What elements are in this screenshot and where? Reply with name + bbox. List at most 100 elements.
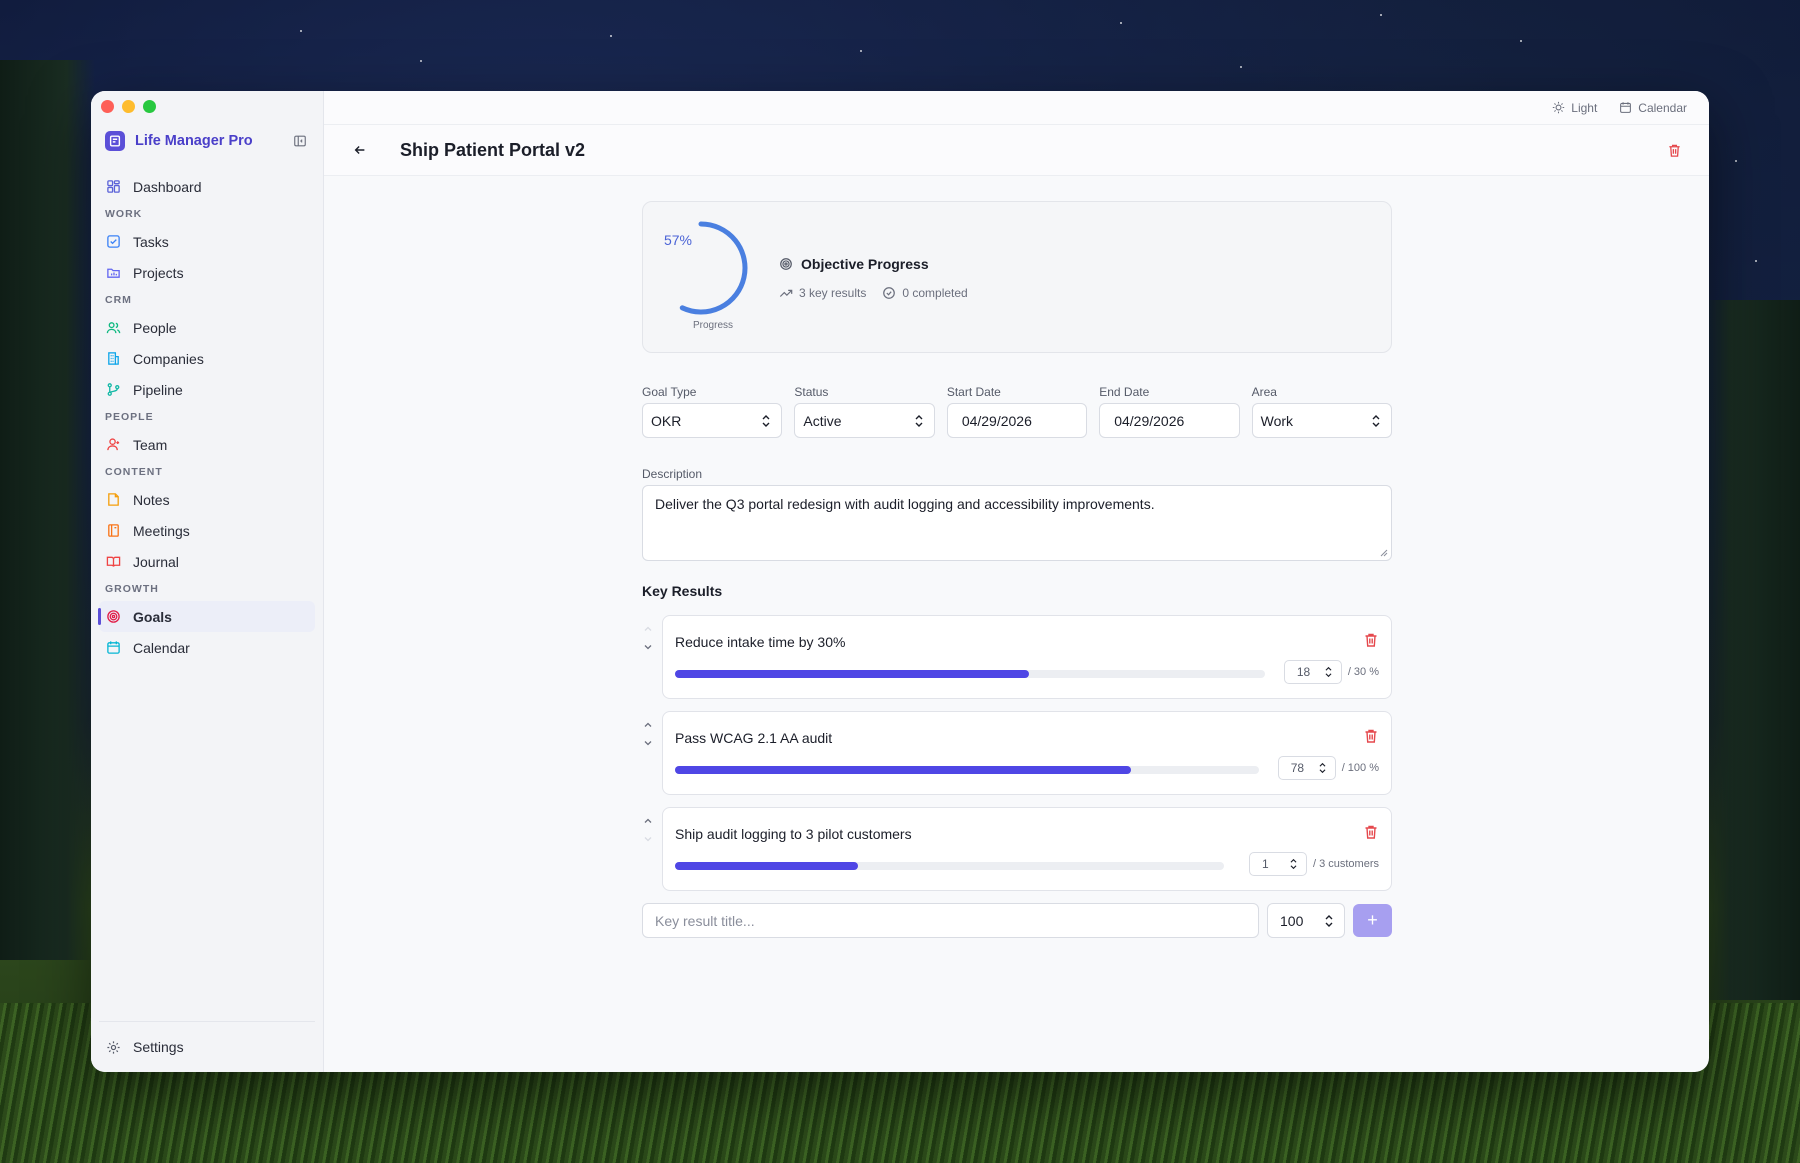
move-down-button[interactable] xyxy=(642,641,654,653)
sidebar-item-label: Projects xyxy=(133,264,184,281)
sidebar-item-label: People xyxy=(133,319,177,336)
back-button[interactable] xyxy=(350,140,370,160)
target-icon xyxy=(780,258,792,270)
move-up-button[interactable] xyxy=(642,623,654,635)
sidebar-item-label: Goals xyxy=(133,608,172,625)
description-field: Description Deliver the Q3 portal redesi… xyxy=(642,467,1392,561)
stepper-icon[interactable] xyxy=(1289,858,1298,870)
calendar-icon xyxy=(1620,102,1632,113)
sidebar: Life Manager Pro Dashboard WORK Tasks Pr… xyxy=(91,91,324,1072)
key-result-controls: 1 / 3 customers xyxy=(1248,852,1379,876)
trending-up-icon xyxy=(779,289,793,297)
delete-key-result-button[interactable] xyxy=(1363,728,1379,744)
calendar-label: Calendar xyxy=(1638,100,1687,115)
page-header: Ship Patient Portal v2 xyxy=(324,125,1709,176)
git-branch-icon xyxy=(105,382,121,398)
close-window-button[interactable] xyxy=(101,100,114,113)
sidebar-item-pipeline[interactable]: Pipeline xyxy=(99,374,315,405)
progress-percent: 57% xyxy=(663,232,693,248)
reorder-controls xyxy=(642,623,656,663)
area-field: Area Work xyxy=(1251,385,1393,438)
goal-type-select[interactable]: OKR xyxy=(642,403,783,438)
key-result-progress-fill xyxy=(675,766,1131,774)
delete-key-result-button[interactable] xyxy=(1363,824,1379,840)
arrow-left-icon xyxy=(354,146,365,154)
stepper-icon[interactable] xyxy=(1318,762,1327,774)
move-down-button[interactable] xyxy=(642,737,654,749)
description-label: Description xyxy=(642,467,703,481)
zoom-window-button[interactable] xyxy=(143,100,156,113)
calendar-button[interactable]: Calendar xyxy=(1619,101,1687,115)
goal-type-field: Goal Type OKR xyxy=(642,385,783,438)
sidebar-item-settings[interactable]: Settings xyxy=(99,1034,315,1060)
key-result-name: Reduce intake time by 30% xyxy=(675,634,846,650)
sidebar-item-label: Pipeline xyxy=(133,381,183,398)
sidebar-item-goals[interactable]: Goals xyxy=(98,601,315,632)
sidebar-item-tasks[interactable]: Tasks xyxy=(99,226,315,257)
app-logo-icon xyxy=(105,131,125,151)
sidebar-item-projects[interactable]: Projects xyxy=(99,257,315,288)
key-result-current-input[interactable]: 78 xyxy=(1277,756,1336,780)
sidebar-item-label: Dashboard xyxy=(133,178,202,195)
key-result-progress-track xyxy=(675,862,1224,870)
stepper-icon[interactable] xyxy=(1324,666,1333,678)
area-select[interactable]: Work xyxy=(1251,403,1393,438)
key-result-target-input[interactable]: 100 xyxy=(1267,903,1345,938)
start-date-label: Start Date xyxy=(946,385,1001,399)
status-select[interactable]: Active xyxy=(794,403,935,438)
key-result-row: Reduce intake time by 30% 18 / 30 % xyxy=(642,615,1392,699)
start-date-value: 04/29/2026 xyxy=(961,412,1032,429)
move-down-button[interactable] xyxy=(642,833,654,845)
dashboard-icon xyxy=(105,179,121,195)
key-results-list: Reduce intake time by 30% 18 / 30 % Pass WC… xyxy=(642,615,1392,903)
sidebar-item-label: Calendar xyxy=(133,639,190,656)
key-result-current-input[interactable]: 1 xyxy=(1248,852,1307,876)
sidebar-item-journal[interactable]: Journal xyxy=(99,546,315,577)
move-up-button[interactable] xyxy=(642,815,654,827)
sidebar-item-calendar[interactable]: Calendar xyxy=(99,632,315,663)
sidebar-nav: Dashboard WORK Tasks Projects CRM People… xyxy=(98,171,315,663)
key-result-current-input[interactable]: 18 xyxy=(1283,660,1342,684)
trash-icon xyxy=(1668,144,1680,157)
sun-icon xyxy=(1553,101,1565,114)
description-value: Deliver the Q3 portal redesign with audi… xyxy=(655,496,1155,512)
sidebar-item-label: Meetings xyxy=(133,522,190,539)
chevron-up-down-icon xyxy=(762,414,770,427)
sidebar-item-team[interactable]: Team xyxy=(99,429,315,460)
theme-toggle-button[interactable]: Light xyxy=(1552,101,1597,115)
sidebar-item-label: Tasks xyxy=(133,233,169,250)
minimize-window-button[interactable] xyxy=(122,100,135,113)
sidebar-item-notes[interactable]: Notes xyxy=(99,484,315,515)
stepper-icon[interactable] xyxy=(1324,914,1334,928)
sidebar-item-people[interactable]: People xyxy=(99,312,315,343)
delete-goal-button[interactable] xyxy=(1665,141,1683,159)
key-result-title-input[interactable] xyxy=(642,903,1259,938)
move-up-button[interactable] xyxy=(642,719,654,731)
status-label: Status xyxy=(794,385,829,399)
sidebar-toggle-icon xyxy=(294,135,306,147)
start-date-input[interactable]: 04/29/2026 xyxy=(946,403,1088,438)
section-people: PEOPLE xyxy=(105,411,154,423)
sidebar-item-label: Companies xyxy=(133,350,204,367)
main-content: Light Calendar Ship Patient Portal v2 57… xyxy=(324,91,1709,1072)
resize-handle-icon[interactable] xyxy=(1378,547,1388,557)
sidebar-item-companies[interactable]: Companies xyxy=(99,343,315,374)
sidebar-item-meetings[interactable]: Meetings xyxy=(99,515,315,546)
area-label: Area xyxy=(1251,385,1277,399)
add-key-result-button[interactable]: + xyxy=(1353,904,1392,937)
delete-key-result-button[interactable] xyxy=(1363,632,1379,648)
key-result-target-label: / 3 customers xyxy=(1312,858,1379,870)
key-result-target-label: / 100 % xyxy=(1341,762,1379,774)
collapse-sidebar-button[interactable] xyxy=(291,132,309,150)
note-icon xyxy=(105,492,121,508)
key-result-name: Pass WCAG 2.1 AA audit xyxy=(675,730,833,746)
description-textarea[interactable]: Deliver the Q3 portal redesign with audi… xyxy=(642,485,1392,561)
key-results-count-text: 3 key results xyxy=(799,286,867,300)
background-trees-right xyxy=(1700,300,1800,1000)
key-result-name: Ship audit logging to 3 pilot customers xyxy=(675,826,912,842)
end-date-input[interactable]: 04/29/2026 xyxy=(1099,403,1240,438)
sidebar-item-label: Notes xyxy=(133,491,170,508)
section-work: WORK xyxy=(105,208,143,220)
end-date-field: End Date 04/29/2026 xyxy=(1099,385,1240,438)
sidebar-item-dashboard[interactable]: Dashboard xyxy=(99,171,315,202)
